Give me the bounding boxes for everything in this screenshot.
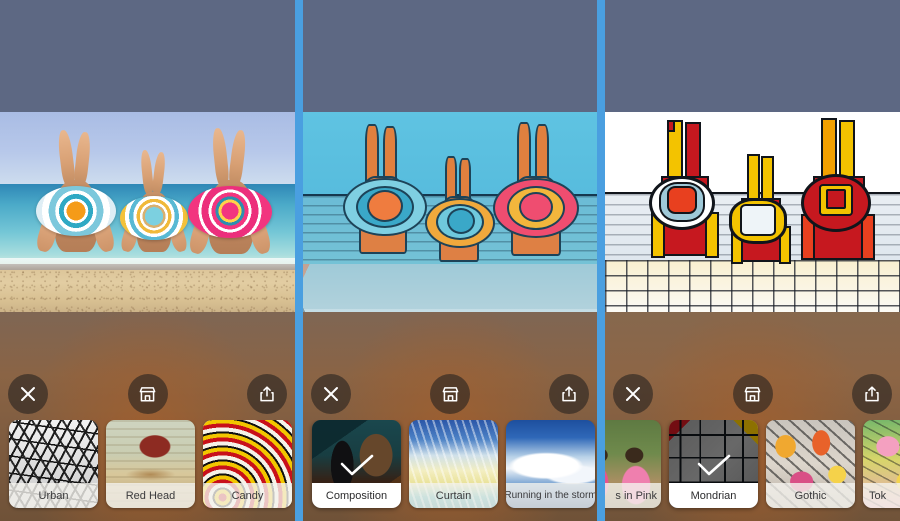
panel-original: Urban Red Head Candy bbox=[0, 0, 295, 521]
panel-mondrian: s in Pink Mondrian Gothic Tok bbox=[605, 0, 900, 521]
bather-middle bbox=[119, 149, 192, 270]
status-bar bbox=[0, 0, 295, 112]
checkmark-icon bbox=[339, 454, 375, 483]
style-label: Gothic bbox=[766, 483, 855, 508]
style-strip[interactable]: Composition Curtain Running in the storm bbox=[303, 420, 597, 521]
store-button[interactable] bbox=[430, 374, 470, 414]
main-image-original[interactable] bbox=[0, 112, 295, 312]
store-button[interactable] bbox=[127, 374, 168, 414]
main-image-mondrian[interactable] bbox=[605, 112, 900, 312]
screenshot-triptych: Urban Red Head Candy Composition Curtain… bbox=[0, 0, 900, 521]
style-label: Candy bbox=[203, 483, 292, 508]
art-figure-middle bbox=[425, 156, 497, 276]
panel-divider bbox=[295, 0, 303, 521]
style-card[interactable]: Gothic bbox=[766, 420, 855, 508]
close-icon bbox=[625, 386, 641, 402]
share-button[interactable] bbox=[247, 374, 287, 414]
style-label: Tok bbox=[863, 483, 900, 508]
style-label: Mondrian bbox=[669, 483, 758, 508]
close-button[interactable] bbox=[8, 374, 48, 414]
style-label: Running in the storm bbox=[506, 483, 595, 508]
style-card[interactable]: Candy bbox=[203, 420, 292, 508]
art-figure-right bbox=[493, 122, 583, 274]
panel-composition: Composition Curtain Running in the storm bbox=[303, 0, 597, 521]
bather-left bbox=[34, 129, 122, 270]
action-bar bbox=[303, 374, 597, 418]
art-figure-left bbox=[343, 124, 429, 272]
style-label: Urban bbox=[9, 483, 98, 508]
share-button[interactable] bbox=[549, 374, 589, 414]
style-card[interactable]: Running in the storm bbox=[506, 420, 595, 508]
action-bar bbox=[0, 374, 295, 418]
store-icon bbox=[743, 385, 762, 404]
style-label: s in Pink bbox=[605, 483, 661, 508]
store-button[interactable] bbox=[732, 374, 773, 414]
style-card-selected[interactable]: Composition bbox=[312, 420, 401, 508]
style-label: Composition bbox=[312, 483, 401, 508]
close-button[interactable] bbox=[311, 374, 351, 414]
main-image-composition[interactable] bbox=[303, 112, 597, 312]
style-strip[interactable]: Urban Red Head Candy bbox=[0, 420, 295, 521]
share-icon bbox=[863, 385, 881, 403]
styled-image-composition bbox=[303, 112, 597, 312]
share-icon bbox=[258, 385, 276, 403]
style-card-selected[interactable]: Mondrian bbox=[669, 420, 758, 508]
close-icon bbox=[20, 386, 36, 402]
panel-divider bbox=[597, 0, 605, 521]
beach-photo bbox=[0, 112, 295, 312]
checkmark-icon bbox=[696, 454, 732, 483]
bather-right bbox=[187, 127, 278, 272]
style-card[interactable]: Curtain bbox=[409, 420, 498, 508]
art-figure-right bbox=[799, 118, 881, 274]
style-card[interactable]: Red Head bbox=[106, 420, 195, 508]
style-card[interactable]: Urban bbox=[9, 420, 98, 508]
photo-sand bbox=[0, 270, 295, 312]
share-button[interactable] bbox=[852, 374, 892, 414]
style-strip[interactable]: s in Pink Mondrian Gothic Tok bbox=[605, 420, 900, 521]
style-card-partial[interactable]: s in Pink bbox=[605, 420, 661, 508]
art-figure-middle bbox=[729, 154, 793, 272]
styled-image-mondrian bbox=[605, 112, 900, 312]
action-bar bbox=[605, 374, 900, 418]
close-icon bbox=[323, 386, 339, 402]
status-bar bbox=[303, 0, 597, 112]
share-icon bbox=[560, 385, 578, 403]
store-icon bbox=[441, 385, 460, 404]
close-button[interactable] bbox=[613, 374, 653, 414]
status-bar bbox=[605, 0, 900, 112]
style-label: Curtain bbox=[409, 483, 498, 508]
art-figure-left bbox=[647, 120, 723, 270]
style-card-partial[interactable]: Tok bbox=[863, 420, 900, 508]
store-icon bbox=[138, 385, 157, 404]
style-label: Red Head bbox=[106, 483, 195, 508]
